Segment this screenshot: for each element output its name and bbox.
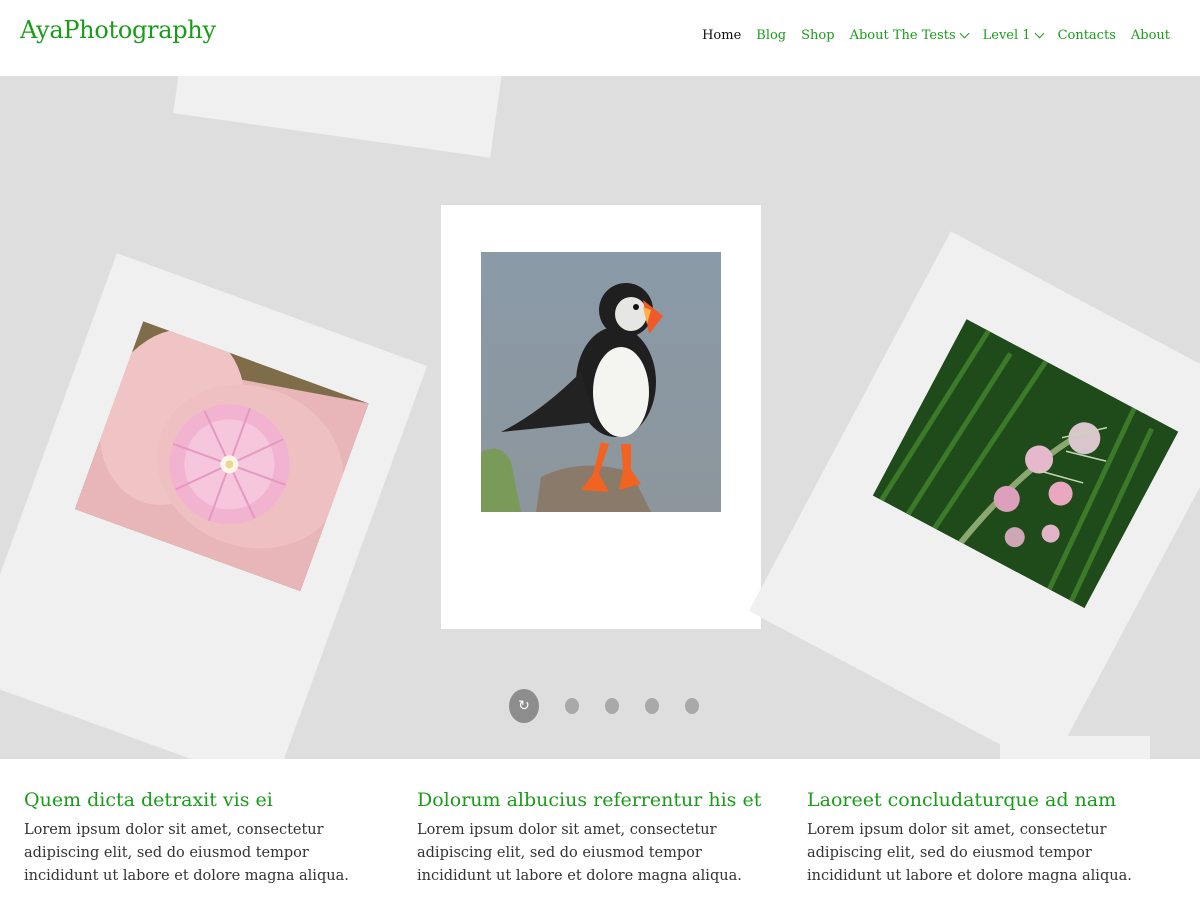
nav-label: Home <box>702 28 742 43</box>
slide-wildflowers[interactable] <box>748 231 1200 759</box>
puffin-photo <box>481 252 721 512</box>
nav-label: Blog <box>756 28 787 43</box>
feature-text: Lorem ipsum dolor sit amet, consectetur … <box>807 822 1132 884</box>
nav-item-about-the-tests[interactable]: About The Tests <box>849 28 970 43</box>
pink-flower-photo <box>74 321 369 592</box>
slider-dot-5[interactable] <box>685 698 699 714</box>
main-nav: Home Blog Shop About The Tests Level 1 C… <box>687 28 1170 43</box>
wildflowers-photo <box>872 318 1179 609</box>
site-header: AyaPhotography Home Blog Shop About The … <box>0 0 1200 76</box>
nav-item-contacts[interactable]: Contacts <box>1058 28 1116 43</box>
slide-pink-flower[interactable] <box>0 253 428 759</box>
feature-title[interactable]: Quem dicta detraxit vis ei <box>24 789 384 811</box>
feature-column: Quem dicta detraxit vis ei Lorem ipsum d… <box>24 789 384 888</box>
nav-item-about[interactable]: About <box>1131 28 1170 43</box>
nav-label: About The Tests <box>849 28 956 43</box>
feature-text: Lorem ipsum dolor sit amet, consectetur … <box>417 822 742 884</box>
feature-column: Laoreet concludaturque ad nam Lorem ipsu… <box>807 789 1167 888</box>
nav-item-home[interactable]: Home <box>702 28 741 43</box>
slider-pagination: ↻ <box>509 689 699 723</box>
slider-dot-3[interactable] <box>605 698 619 714</box>
site-logo[interactable]: AyaPhotography <box>20 16 216 44</box>
chevron-down-icon <box>959 28 970 39</box>
background-card <box>173 76 507 158</box>
nav-item-shop[interactable]: Shop <box>801 28 834 43</box>
replay-icon: ↻ <box>518 698 530 714</box>
feature-title[interactable]: Dolorum albucius referrentur his et <box>417 789 777 811</box>
feature-title[interactable]: Laoreet concludaturque ad nam <box>807 789 1167 811</box>
nav-label: About <box>1130 28 1170 43</box>
photo-slider[interactable]: ↻ <box>0 76 1200 759</box>
nav-label: Contacts <box>1057 28 1116 43</box>
nav-item-blog[interactable]: Blog <box>756 28 786 43</box>
feature-column: Dolorum albucius referrentur his et Lore… <box>417 789 777 888</box>
slider-dot-1[interactable]: ↻ <box>509 689 539 723</box>
slider-dot-4[interactable] <box>645 698 659 714</box>
nav-item-level-1[interactable]: Level 1 <box>982 28 1045 43</box>
feature-text: Lorem ipsum dolor sit amet, consectetur … <box>24 822 349 884</box>
features-section: Quem dicta detraxit vis ei Lorem ipsum d… <box>0 759 1200 900</box>
slide-puffin[interactable] <box>441 205 761 629</box>
chevron-down-icon <box>1034 28 1045 39</box>
nav-label: Level 1 <box>982 28 1031 43</box>
nav-label: Shop <box>801 28 835 43</box>
slider-dot-2[interactable] <box>565 698 579 714</box>
